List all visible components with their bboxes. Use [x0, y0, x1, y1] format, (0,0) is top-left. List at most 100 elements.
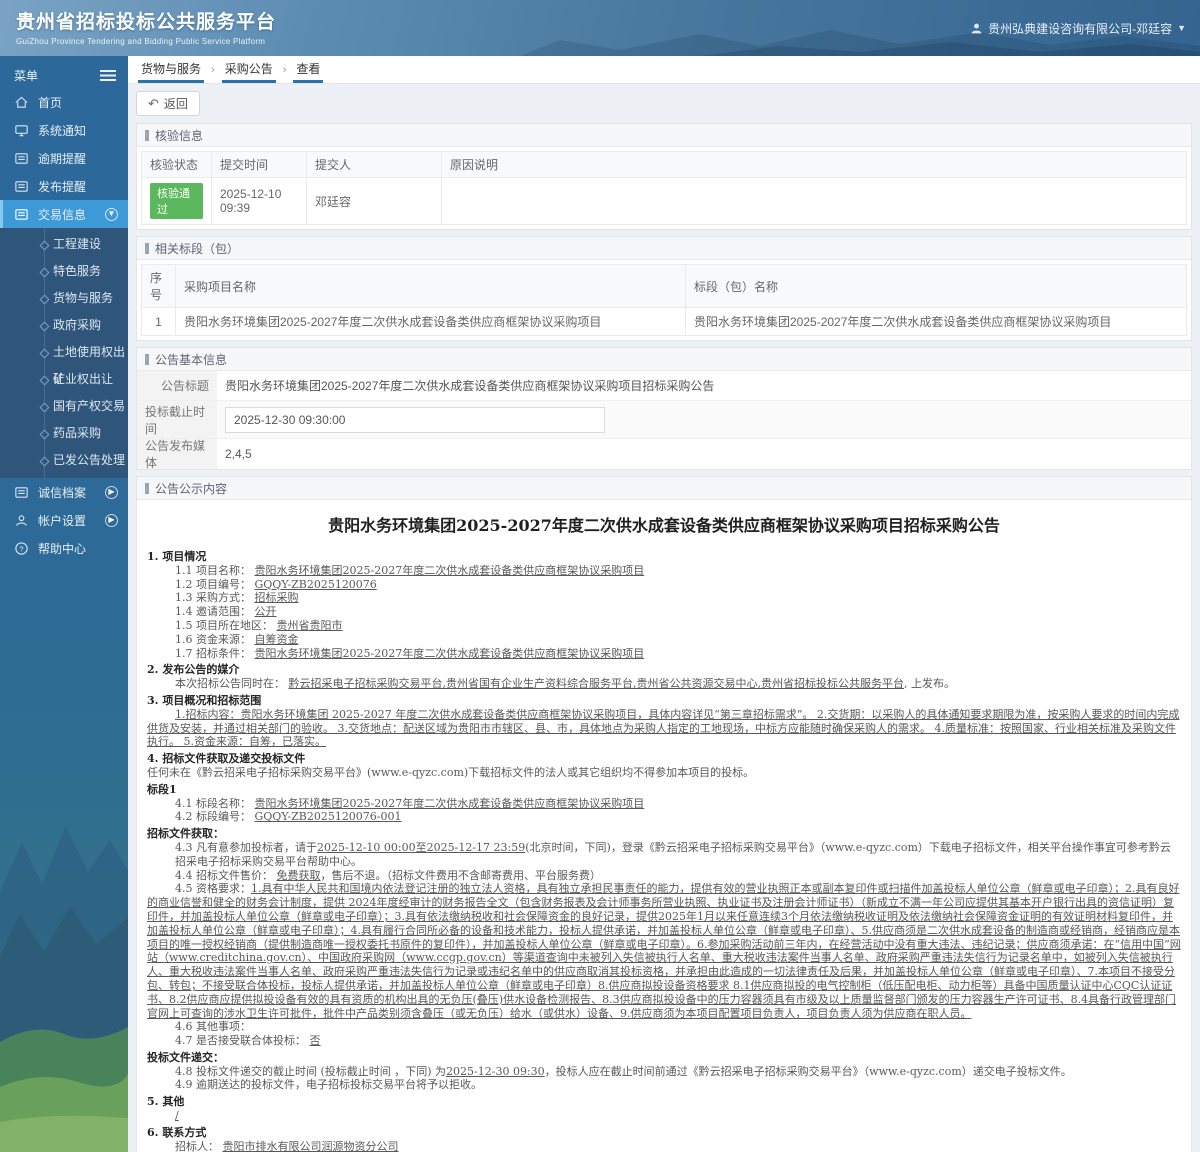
question-icon: ?	[14, 541, 29, 556]
doc-link[interactable]: 黔云招采电子招标采购交易平台,贵州省国有企业生产资料综合服务平台,贵州省公共资源…	[289, 677, 905, 690]
sidebar-subitem-special-services[interactable]: 特色服务	[0, 258, 128, 285]
sidebar-subitem-mining-rights[interactable]: 矿业权出让	[0, 366, 128, 393]
column-header: 提交人	[307, 152, 442, 178]
doc-heading: 4. 招标文件获取及递交投标文件	[147, 752, 1181, 766]
doc-label: 4.1 标段名称：	[175, 797, 255, 810]
doc-subheading: 投标文件递交：	[147, 1051, 1181, 1065]
platform-title: 贵州省招标投标公共服务平台	[16, 7, 276, 34]
sidebar-item-overdue-reminder[interactable]: 逾期提醒	[0, 144, 128, 172]
doc-link[interactable]: 2025-12-30 09:30	[446, 1065, 545, 1078]
sidebar-item-label: 交易信息	[38, 206, 86, 223]
doc-label: 1.4 邀请范围：	[175, 605, 255, 618]
doc-label: 4.5 资格要求：	[175, 882, 251, 895]
doc-line: 4.8 投标文件递交的截止时间 (投标截止时间 ，下同) 为2025-12-30…	[147, 1065, 1181, 1079]
user-menu[interactable]: 贵州弘典建设咨询有限公司-邓廷容 ▼	[970, 0, 1186, 56]
doc-label: 4.2 标段编号：	[175, 810, 255, 823]
breadcrumb: 货物与服务 › 采购公告 › 查看	[128, 56, 1200, 84]
doc-link[interactable]: 公开	[255, 605, 277, 618]
sidebar-subitem-published-announcements[interactable]: 已发公告处理	[0, 447, 128, 474]
section-title: 相关标段（包）	[155, 240, 239, 257]
doc-link[interactable]: 免费获取	[277, 869, 321, 882]
sidebar-subitem-construction[interactable]: 工程建设	[0, 231, 128, 258]
doc-line: 招标人： 贵阳市排水有限公司润源物资分公司	[147, 1140, 1181, 1152]
doc-line: /	[147, 1109, 1181, 1123]
chevron-down-icon: ▼	[105, 208, 118, 221]
panel-related-lots: 相关标段（包） 序号 采购项目名称 标段（包）名称 1	[136, 236, 1192, 341]
doc-label: 1.5 项目所在地区：	[175, 619, 277, 632]
table-row: 1 贵阳水务环境集团2025-2027年度二次供水成套设备类供应商框架协议采购项…	[142, 308, 1187, 336]
document-icon	[14, 485, 29, 500]
doc-text: ，投标人应在截止时间前通过《黔云招采电子招标采购交易平台》（www.e-qyzc…	[545, 1065, 1072, 1078]
doc-link[interactable]: 自筹资金	[255, 633, 299, 646]
doc-link[interactable]: 贵阳水务环境集团2025-2027年度二次供水成套设备类供应商框架协议采购项目	[255, 647, 645, 660]
doc-link[interactable]: 1.具有中华人民共和国境内依法登记注册的独立法人资格，具有独立承担民事责任的能力…	[147, 882, 1181, 1019]
doc-line: 本次招标公告同时在： 黔云招采电子招标采购交易平台,贵州省国有企业生产资料综合服…	[147, 677, 1181, 691]
sidebar-subitem-gov-procurement[interactable]: 政府采购	[0, 312, 128, 339]
doc-link[interactable]: 否	[310, 1034, 321, 1047]
submitter: 邓廷容	[307, 178, 442, 225]
chevron-right-icon: ▶	[105, 514, 118, 527]
doc-heading: 1. 项目情况	[147, 550, 1181, 564]
doc-line: 4.9 逾期送达的投标文件，电子招标投标交易平台将予以拒收。	[147, 1078, 1181, 1092]
doc-line: 4.2 标段编号： GQQY-ZB2025120076-001	[147, 810, 1181, 824]
doc-heading: 3. 项目概况和招标范围	[147, 694, 1181, 708]
sidebar-subitem-land-use-rights[interactable]: 土地使用权出让	[0, 339, 128, 366]
doc-label: 1.3 采购方式：	[175, 591, 255, 604]
toolbar: ↶ 返回	[128, 84, 1200, 123]
back-button[interactable]: ↶ 返回	[136, 91, 200, 116]
doc-link[interactable]: 贵州省贵阳市	[277, 619, 343, 632]
doc-link[interactable]: 1.招标内容：贵阳水务环境集团 2025-2027 年度二次供水成套设备类供应商…	[147, 708, 1179, 749]
sidebar-item-home[interactable]: 首页	[0, 88, 128, 116]
doc-link[interactable]: GQQY-ZB2025120076-001	[255, 810, 402, 823]
doc-line: 1.2 项目编号： GQQY-ZB2025120076	[147, 578, 1181, 592]
sidebar-item-label: 逾期提醒	[38, 150, 86, 167]
sidebar-menu-header[interactable]: 菜单	[0, 62, 128, 88]
deadline-input[interactable]: 2025-12-30 09:30:00	[225, 407, 605, 433]
sidebar-item-publish-reminder[interactable]: 发布提醒	[0, 172, 128, 200]
doc-label: 4.7 是否接受联合体投标：	[175, 1034, 310, 1047]
doc-label: 1.1 项目名称：	[175, 564, 255, 577]
doc-label: 1.6 资金来源：	[175, 633, 255, 646]
sidebar-subitem-goods-services[interactable]: 货物与服务	[0, 285, 128, 312]
doc-text: ，售后不退。（招标文件费用不含邮寄费用、平台服务费）	[321, 869, 602, 882]
sidebar-item-transaction-info[interactable]: 交易信息 ▼	[0, 200, 128, 228]
announcement-document: 贵阳水务环境集团2025-2027年度二次供水成套设备类供应商框架协议采购项目招…	[137, 500, 1191, 1152]
hamburger-icon[interactable]	[100, 70, 116, 81]
panel-announcement-content: 公告公示内容 贵阳水务环境集团2025-2027年度二次供水成套设备类供应商框架…	[136, 476, 1192, 1152]
crumb-procurement-announcement[interactable]: 采购公告	[222, 56, 276, 83]
doc-link[interactable]: GQQY-ZB2025120076	[255, 578, 377, 591]
field-label: 公告发布媒体	[137, 439, 217, 469]
reason	[442, 178, 1187, 225]
doc-link[interactable]: 2025-12-10 00:00至2025-12-17 23:59	[317, 841, 525, 854]
doc-link[interactable]: 贵阳水务环境集团2025-2027年度二次供水成套设备类供应商框架协议采购项目	[255, 564, 645, 577]
crumb-view[interactable]: 查看	[293, 56, 323, 83]
doc-link[interactable]: 贵阳市排水有限公司润源物资分公司	[223, 1140, 399, 1152]
svg-text:?: ?	[19, 544, 23, 553]
sidebar-nav: 首页 系统通知 逾期提醒 发布提醒	[0, 88, 128, 562]
user-name: 贵州弘典建设咨询有限公司-邓廷容	[988, 20, 1172, 37]
section-title: 公告公示内容	[155, 480, 227, 497]
menu-label: 菜单	[14, 67, 38, 84]
document-icon	[14, 151, 29, 166]
status-badge: 核验通过	[150, 183, 203, 219]
sidebar-item-system-notice[interactable]: 系统通知	[0, 116, 128, 144]
section-header: 核验信息	[137, 124, 1191, 147]
sidebar: 菜单 首页 系统通知 逾期提醒	[0, 56, 128, 1152]
sidebar-subitem-state-property[interactable]: 国有产权交易	[0, 393, 128, 420]
doc-paragraph: 4.5 资格要求：1.具有中华人民共和国境内依法登记注册的独立法人资格，具有独立…	[147, 882, 1181, 1020]
doc-label: 1.7 招标条件：	[175, 647, 255, 660]
sidebar-item-account-settings[interactable]: 帐户设置 ▶	[0, 506, 128, 534]
sidebar-item-credit-archive[interactable]: 诚信档案 ▶	[0, 478, 128, 506]
sidebar-subitem-drug-procurement[interactable]: 药品采购	[0, 420, 128, 447]
sidebar-item-help-center[interactable]: ? 帮助中心	[0, 534, 128, 562]
section-title: 核验信息	[155, 127, 203, 144]
doc-link[interactable]: 贵阳水务环境集团2025-2027年度二次供水成套设备类供应商框架协议采购项目	[255, 797, 645, 810]
doc-link[interactable]: /	[175, 1109, 179, 1122]
sidebar-item-label: 帐户设置	[38, 512, 86, 529]
back-button-label: 返回	[164, 95, 188, 112]
doc-text: 4.8 投标文件递交的截止时间 (投标截止时间 ，下同) 为	[175, 1065, 446, 1078]
doc-link[interactable]: 招标采购	[255, 591, 299, 604]
section-header: 相关标段（包）	[137, 237, 1191, 260]
crumb-goods-services[interactable]: 货物与服务	[138, 56, 204, 83]
lot-index: 1	[142, 308, 176, 336]
